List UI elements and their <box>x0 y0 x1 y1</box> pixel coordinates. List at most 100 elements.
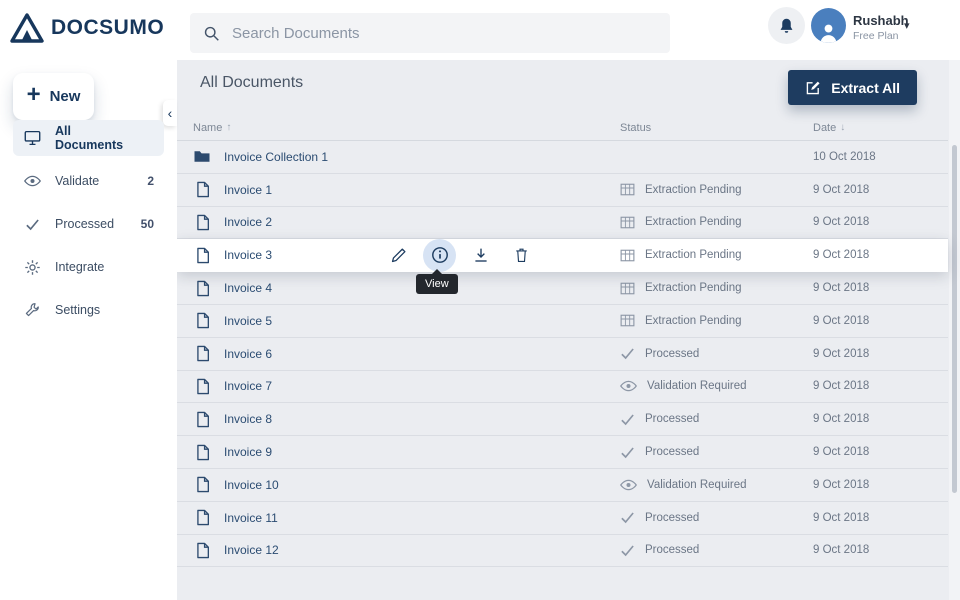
date-cell: 10 Oct 2018 <box>813 151 932 163</box>
status-label: Processed <box>645 413 699 425</box>
status-label: Processed <box>645 446 699 458</box>
extract-all-button[interactable]: Extract All <box>788 70 917 105</box>
date-cell: 9 Oct 2018 <box>813 413 932 425</box>
sort-arrow-icon: ↑ <box>226 122 231 133</box>
download-button[interactable] <box>464 239 497 272</box>
edit-button[interactable] <box>382 239 415 272</box>
document-name: Invoice 11 <box>224 511 278 525</box>
table-row[interactable]: Invoice 2 Extraction Pending 9 Oct 2018 <box>177 207 948 240</box>
monitor-icon <box>23 130 41 146</box>
sidebar-item-label: Settings <box>55 303 140 317</box>
check-icon <box>620 544 635 557</box>
status-cell: Extraction Pending <box>620 249 813 262</box>
new-button[interactable]: + New <box>13 73 94 120</box>
name-cell: Invoice 12 <box>193 542 620 559</box>
sort-arrow-icon: ↓ <box>840 122 845 133</box>
document-name: Invoice 1 <box>224 183 272 197</box>
sidebar-item-all-documents[interactable]: All Documents <box>13 120 164 156</box>
sidebar: + New ‹ All Documents Validate 2 Process… <box>0 60 177 600</box>
table-row[interactable]: Invoice 7 Validation Required 9 Oct 2018 <box>177 371 948 404</box>
sidebar-item-settings[interactable]: Settings <box>13 292 164 328</box>
name-cell: Invoice 4 <box>193 280 620 297</box>
sidebar-item-label: Processed <box>55 217 127 231</box>
status-label: Extraction Pending <box>645 282 742 294</box>
eye-icon <box>23 175 41 187</box>
document-name: Invoice 5 <box>224 314 272 328</box>
grid-icon <box>620 314 635 327</box>
sidebar-item-validate[interactable]: Validate 2 <box>13 163 164 199</box>
table-row[interactable]: Invoice 1 Extraction Pending 9 Oct 2018 <box>177 174 948 207</box>
sidebar-item-processed[interactable]: Processed 50 <box>13 206 164 242</box>
name-cell: Invoice 8 <box>193 411 620 428</box>
status-cell: Processed <box>620 413 813 426</box>
file-icon <box>193 312 211 329</box>
column-label: Status <box>620 122 651 134</box>
status-label: Extraction Pending <box>645 184 742 196</box>
document-name: Invoice 7 <box>224 379 272 393</box>
date-cell: 9 Oct 2018 <box>813 446 932 458</box>
grid-icon <box>620 249 635 262</box>
page-title: All Documents <box>200 74 303 92</box>
table-row[interactable]: Invoice 5 Extraction Pending 9 Oct 2018 <box>177 305 948 338</box>
status-cell: Validation Required <box>620 479 813 491</box>
column-label: Date <box>813 122 836 134</box>
brand-name: DOCSUMO <box>51 16 164 40</box>
user-menu[interactable]: Rushabh Free Plan <box>853 13 909 42</box>
sidebar-item-count: 50 <box>141 217 154 231</box>
logo[interactable]: DOCSUMO <box>10 13 164 43</box>
delete-button[interactable] <box>505 239 538 272</box>
wrench-icon <box>23 302 41 318</box>
download-icon <box>473 247 489 263</box>
eye-icon <box>620 479 637 491</box>
table-row[interactable]: Invoice 11 Processed 9 Oct 2018 <box>177 502 948 535</box>
status-label: Processed <box>645 512 699 524</box>
table-row[interactable]: Invoice 10 Validation Required 9 Oct 201… <box>177 469 948 502</box>
avatar[interactable] <box>811 8 846 43</box>
table-row[interactable]: Invoice 4 Extraction Pending 9 Oct 2018 <box>177 272 948 305</box>
file-icon <box>193 444 211 461</box>
eye-icon <box>620 380 637 392</box>
column-header-date[interactable]: Date ↓ <box>813 122 932 134</box>
documents-table: Name↑Status Date ↓ Invoice Collection 1 10… <box>177 115 948 567</box>
file-icon <box>193 345 211 362</box>
file-icon <box>193 509 211 526</box>
grid-icon <box>620 216 635 229</box>
table-row[interactable]: Invoice 12 Processed 9 Oct 2018 <box>177 535 948 568</box>
file-icon <box>193 247 211 264</box>
date-cell: 9 Oct 2018 <box>813 512 932 524</box>
document-name: Invoice 8 <box>224 412 272 426</box>
grid-icon <box>620 282 635 295</box>
table-row[interactable]: Invoice 6 Processed 9 Oct 2018 <box>177 338 948 371</box>
search-bar[interactable] <box>190 13 670 53</box>
table-row[interactable]: Invoice Collection 1 10 Oct 2018 <box>177 141 948 174</box>
search-input[interactable] <box>230 24 657 43</box>
check-icon <box>620 446 635 459</box>
edit-icon <box>390 247 407 264</box>
sidebar-item-integrate[interactable]: Integrate <box>13 249 164 285</box>
status-label: Extraction Pending <box>645 216 742 228</box>
scrollbar-thumb[interactable] <box>952 145 957 493</box>
column-header-status[interactable]: Status <box>620 122 813 134</box>
name-cell: Invoice 9 <box>193 444 620 461</box>
chevron-down-icon[interactable]: ▾ <box>904 19 910 32</box>
table-header: Name↑Status Date ↓ <box>177 115 948 141</box>
status-cell: Extraction Pending <box>620 314 813 327</box>
column-header-name[interactable]: Name↑ <box>193 122 620 134</box>
table-row[interactable]: Invoice 9 Processed 9 Oct 2018 <box>177 436 948 469</box>
name-cell: Invoice 11 <box>193 509 620 526</box>
name-cell: Invoice Collection 1 <box>193 149 620 164</box>
view-button[interactable] <box>423 239 456 272</box>
table-row[interactable]: Invoice 8 Processed 9 Oct 2018 <box>177 403 948 436</box>
status-label: Processed <box>645 348 699 360</box>
sidebar-item-label: All Documents <box>55 124 140 152</box>
file-icon <box>193 476 211 493</box>
name-cell: Invoice 5 <box>193 312 620 329</box>
date-cell: 9 Oct 2018 <box>813 348 932 360</box>
file-icon <box>193 378 211 395</box>
table-row[interactable]: Invoice 3 Extraction Pending 9 Oct 2018 … <box>177 239 948 272</box>
date-cell: 9 Oct 2018 <box>813 216 932 228</box>
notifications-button[interactable] <box>768 7 805 44</box>
main-content: All Documents Extract All Name↑Status Dat… <box>177 60 960 600</box>
bell-icon <box>778 17 795 35</box>
sidebar-menu: All Documents Validate 2 Processed 50 In… <box>0 120 177 335</box>
